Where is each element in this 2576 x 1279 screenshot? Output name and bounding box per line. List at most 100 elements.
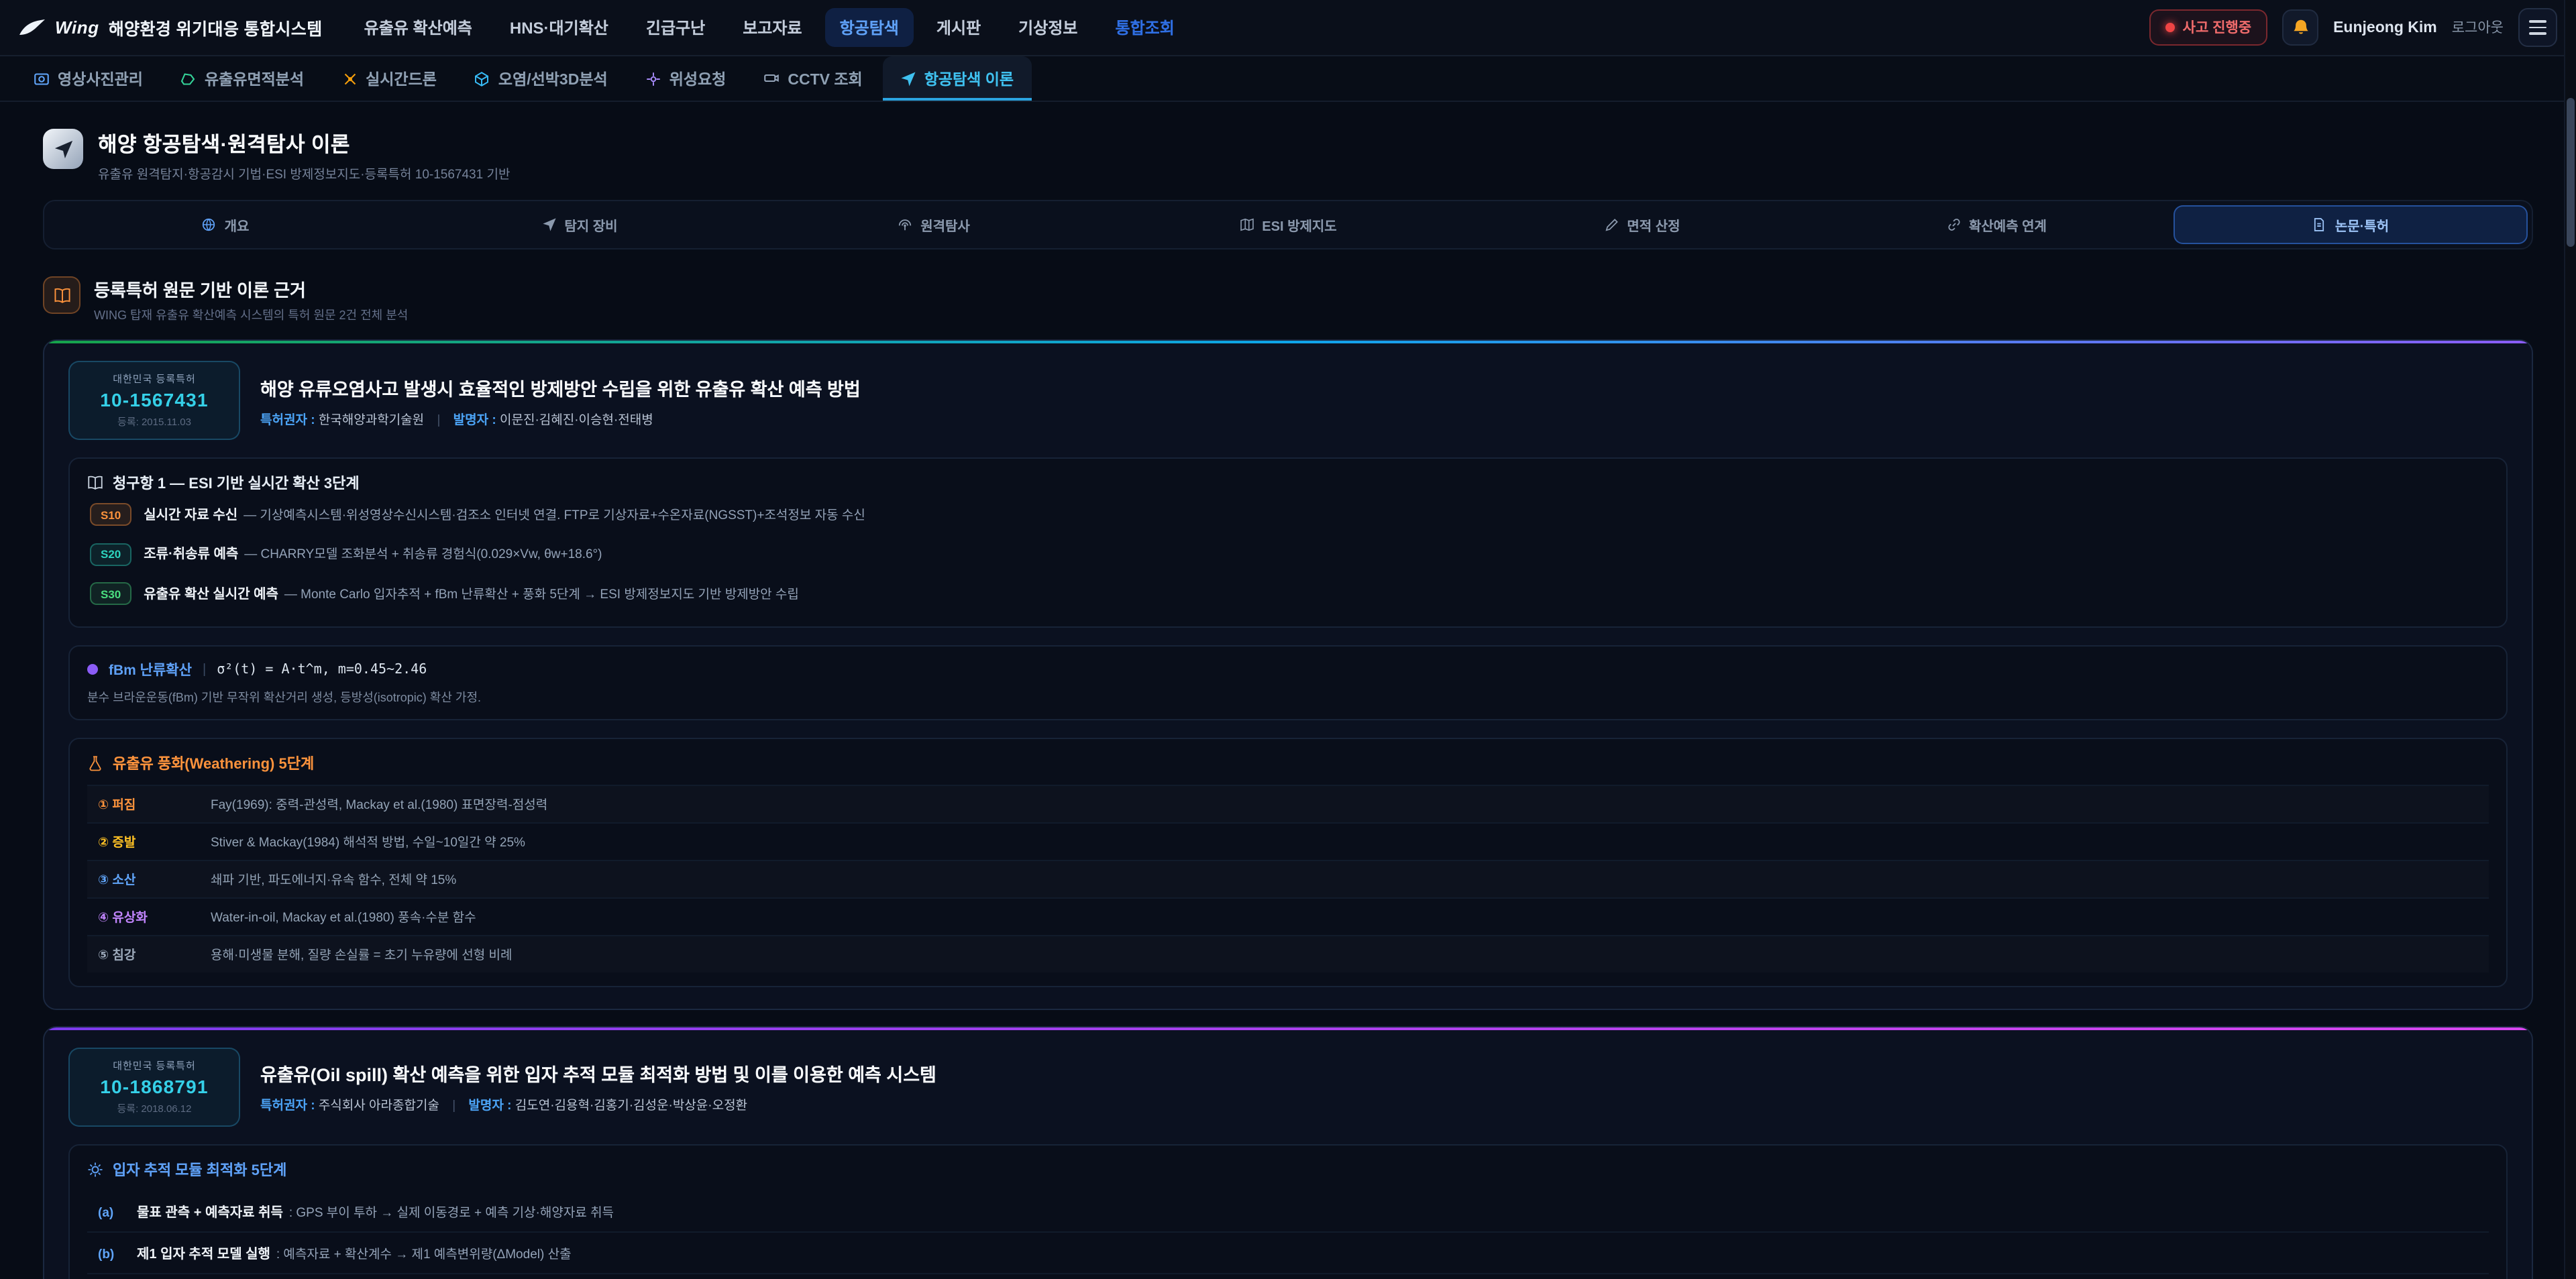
weathering-table: ① 퍼짐 Fay(1969): 중력-관성력, Mackay et al.(19… bbox=[87, 784, 2489, 972]
globe-icon bbox=[202, 217, 217, 232]
patent-number-badge: 대한민국 등록특허 10-1868791 등록: 2018.06.12 bbox=[68, 1047, 240, 1126]
plane-icon bbox=[900, 70, 916, 87]
patent-1-title: 해양 유류오염사고 발생시 효율적인 방제방안 수립을 위한 유출유 확산 예측… bbox=[260, 374, 861, 400]
hamburger-icon bbox=[2529, 20, 2546, 22]
section-header: 등록특허 원문 기반 이론 근거 WING 탑재 유출유 확산예측 시스템의 특… bbox=[43, 276, 2533, 323]
weathering-row: ① 퍼짐 Fay(1969): 중력-관성력, Mackay et al.(19… bbox=[87, 784, 2489, 822]
fbm-panel: fBm 난류확산 | σ²(t) = A·t^m, m=0.45~2.46 분수… bbox=[68, 645, 2508, 720]
pill-detection-equipment[interactable]: 탐지 장비 bbox=[402, 205, 757, 244]
wing-logo-icon bbox=[19, 19, 46, 36]
cctv-icon bbox=[763, 70, 780, 87]
claim-step-row: S30 유출유 확산 실시간 예측 — Monte Carlo 입자추적 + f… bbox=[87, 573, 2489, 612]
patent-2-header: 대한민국 등록특허 10-1868791 등록: 2018.06.12 유출유(… bbox=[68, 1047, 2508, 1126]
tab-image-photo-management[interactable]: 영상사진관리 bbox=[16, 56, 160, 101]
patent-1-meta: 특허권자 : 한국해양과학기술원 | 발명자 : 이문진·김혜진·이승현·전태병 bbox=[260, 408, 861, 427]
step-badge: S20 bbox=[90, 543, 131, 565]
patent-number-badge: 대한민국 등록특허 10-1567431 등록: 2015.11.03 bbox=[68, 361, 240, 440]
nav-hns-air-dispersion[interactable]: HNS·대기확산 bbox=[495, 8, 623, 47]
module-step-row: (b) 제1 입자 추적 모델 실행 : 예측자료 + 확산계수 → 제1 예측… bbox=[87, 1231, 2489, 1272]
weathering-row: ⑤ 침강 용해·미생물 분해, 질량 손실률 = 초기 누유량에 선형 비례 bbox=[87, 934, 2489, 972]
nav-integrated-search[interactable]: 통합조회 bbox=[1101, 8, 1189, 47]
brand-logo[interactable]: Wing 해양환경 위기대응 통합시스템 bbox=[19, 15, 323, 40]
fbm-description: 분수 브라운운동(fBm) 기반 무작위 확산거리 생성, 등방성(isotro… bbox=[87, 687, 2489, 705]
module-step-row: (c) 전처리 차분 : 관측경로 Δobs ↔ 제1모델 ΔModel 차분 … bbox=[87, 1272, 2489, 1279]
patent-registered-date: 등록: 2018.06.12 bbox=[83, 1101, 225, 1115]
patent-2-meta: 특허권자 : 주식회사 아라종합기술 | 발명자 : 김도연·김용혁·김홍기·김… bbox=[260, 1095, 936, 1113]
satellite-icon bbox=[645, 70, 661, 87]
patent-card-1: 대한민국 등록특허 10-1567431 등록: 2015.11.03 해양 유… bbox=[43, 339, 2533, 1009]
document-icon bbox=[2312, 217, 2327, 232]
module-steps: (a) 물표 관측 + 예측자료 취득 : GPS 부이 투하 → 실제 이동경… bbox=[87, 1190, 2489, 1279]
area-icon bbox=[180, 70, 197, 87]
weathering-header: 유출유 풍화(Weathering) 5단계 bbox=[87, 752, 2489, 773]
section-title: 등록특허 원문 기반 이론 근거 bbox=[94, 276, 408, 302]
pill-remote-sensing[interactable]: 원격탐사 bbox=[757, 205, 1111, 244]
module-panel-header: 입자 추적 모듈 최적화 5단계 bbox=[87, 1158, 2489, 1180]
link-icon bbox=[1946, 217, 1961, 232]
incident-status-badge[interactable]: 사고 진행중 bbox=[2149, 9, 2267, 46]
top-navigation: Wing 해양환경 위기대응 통합시스템 유출유 확산예측 HNS·대기확산 긴… bbox=[0, 0, 2576, 56]
radar-icon bbox=[898, 217, 912, 232]
purple-dot-icon bbox=[87, 664, 98, 675]
patent-registered-date: 등록: 2015.11.03 bbox=[83, 414, 225, 429]
patent-2-title: 유출유(Oil spill) 확산 예측을 위한 입자 추적 모듈 최적화 방법… bbox=[260, 1060, 936, 1087]
pill-overview[interactable]: 개요 bbox=[48, 205, 402, 244]
page-subtitle: 유출유 원격탐지·항공감시 기법·ESI 방제정보지도·등록특허 10-1567… bbox=[98, 164, 510, 182]
step-badge: S30 bbox=[90, 582, 131, 605]
pill-esi-map[interactable]: ESI 방제지도 bbox=[1111, 205, 1465, 244]
system-title: 해양환경 위기대응 통합시스템 bbox=[109, 15, 323, 40]
nav-oil-spill-forecast[interactable]: 유출유 확산예측 bbox=[350, 8, 487, 47]
claim-panel-header: 청구항 1 — ESI 기반 실시간 확산 3단계 bbox=[87, 472, 2489, 494]
module-optimization-panel: 입자 추적 모듈 최적화 5단계 (a) 물표 관측 + 예측자료 취득 : G… bbox=[68, 1144, 2508, 1279]
gear-icon bbox=[87, 1161, 103, 1177]
top-right-controls: 사고 진행중 Eunjeong Kim 로그아웃 bbox=[2149, 8, 2557, 47]
tab-satellite-request[interactable]: 위성요청 bbox=[628, 56, 744, 101]
incident-label: 사고 진행중 bbox=[2183, 17, 2251, 38]
pill-papers-patents[interactable]: 논문·특허 bbox=[2174, 205, 2528, 244]
tab-realtime-drone[interactable]: 실시간드론 bbox=[324, 56, 454, 101]
module-step-row: (a) 물표 관측 + 예측자료 취득 : GPS 부이 투하 → 실제 이동경… bbox=[87, 1190, 2489, 1231]
pill-area-calculation[interactable]: 면적 산정 bbox=[1465, 205, 1819, 244]
cube-icon bbox=[474, 70, 490, 87]
scrollbar-thumb[interactable] bbox=[2567, 98, 2575, 247]
pencil-icon bbox=[1604, 217, 1619, 232]
nav-reports[interactable]: 보고자료 bbox=[728, 8, 816, 47]
flask-icon bbox=[87, 755, 103, 771]
step-badge: S10 bbox=[90, 503, 131, 526]
drone-icon bbox=[341, 70, 358, 87]
fbm-formula: σ²(t) = A·t^m, m=0.45~2.46 bbox=[217, 662, 427, 677]
pill-forecast-link[interactable]: 확산예측 연계 bbox=[1819, 205, 2174, 244]
notifications-button[interactable] bbox=[2282, 9, 2318, 46]
tab-aerial-search-theory[interactable]: 항공탐색 이론 bbox=[883, 56, 1031, 101]
photo-icon bbox=[34, 70, 50, 87]
hamburger-menu-button[interactable] bbox=[2518, 8, 2557, 47]
page-header: 해양 항공탐색·원격탐사 이론 유출유 원격탐지·항공감시 기법·ESI 방제정… bbox=[43, 129, 2533, 182]
nav-aerial-search[interactable]: 항공탐색 bbox=[825, 8, 914, 47]
bell-icon bbox=[2291, 18, 2310, 37]
tab-pollution-ship-3d[interactable]: 오염/선박3D분석 bbox=[457, 56, 625, 101]
fbm-header: fBm 난류확산 | σ²(t) = A·t^m, m=0.45~2.46 bbox=[87, 659, 2489, 679]
weathering-row: ④ 유상화 Water-in-oil, Mackay et al.(1980) … bbox=[87, 897, 2489, 934]
book-icon bbox=[53, 286, 70, 304]
logo-text: Wing bbox=[55, 17, 99, 38]
patent-card-2: 대한민국 등록특허 10-1868791 등록: 2018.06.12 유출유(… bbox=[43, 1025, 2533, 1279]
main-content: 해양 항공탐색·원격탐사 이론 유출유 원격탐지·항공감시 기법·ESI 방제정… bbox=[0, 102, 2576, 1279]
book-icon bbox=[87, 475, 103, 491]
nav-board[interactable]: 게시판 bbox=[922, 8, 996, 47]
nav-emergency-rescue[interactable]: 긴급구난 bbox=[631, 8, 720, 47]
tab-oil-area-analysis[interactable]: 유출유면적분석 bbox=[163, 56, 321, 101]
vertical-scrollbar[interactable] bbox=[2564, 0, 2576, 1279]
paper-plane-icon bbox=[53, 139, 73, 159]
app-window: Wing 해양환경 위기대응 통합시스템 유출유 확산예측 HNS·대기확산 긴… bbox=[0, 0, 2576, 1279]
page-title: 해양 항공탐색·원격탐사 이론 bbox=[98, 129, 510, 158]
claim-step-row: S10 실시간 자료 수신 — 기상예측시스템·위성영상수신시스템·검조소 인터… bbox=[87, 494, 2489, 533]
user-name[interactable]: Eunjeong Kim bbox=[2333, 19, 2437, 36]
claim-step-row: S20 조류·취송류 예측 — CHARRY모델 조화분석 + 취송류 경험식(… bbox=[87, 533, 2489, 573]
section-subtitle: WING 탑재 유출유 확산예측 시스템의 특허 원문 2건 전체 분석 bbox=[94, 306, 408, 323]
nav-weather-info[interactable]: 기상정보 bbox=[1004, 8, 1092, 47]
logout-link[interactable]: 로그아웃 bbox=[2452, 17, 2504, 38]
tab-cctv-view[interactable]: CCTV 조회 bbox=[746, 56, 879, 101]
weathering-row: ② 증발 Stiver & Mackay(1984) 해석적 방법, 수일~10… bbox=[87, 822, 2489, 859]
sub-navigation-tabs: 영상사진관리 유출유면적분석 실시간드론 오염/선박3D분석 위성요청 CCTV… bbox=[0, 56, 2576, 102]
weathering-row: ③ 소산 쇄파 기반, 파도에너지·유속 함수, 전체 약 15% bbox=[87, 859, 2489, 897]
